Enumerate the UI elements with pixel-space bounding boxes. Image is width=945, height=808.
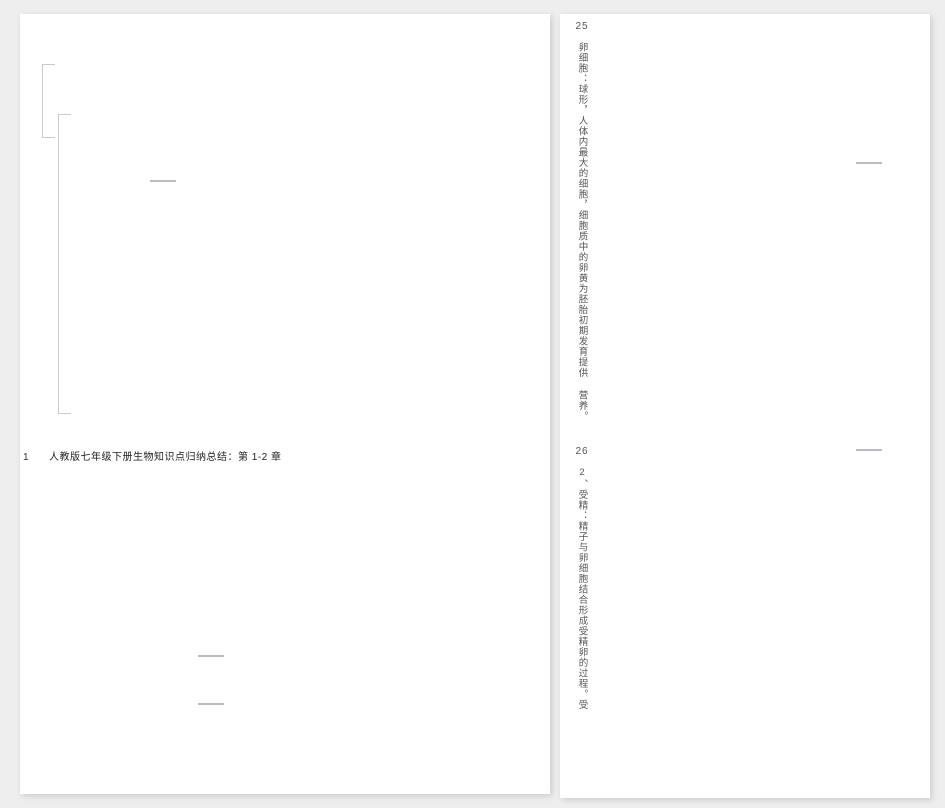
right-item-26: 26 2、受精：精子与卵细胞结合形成受精卵的过程。受 xyxy=(568,445,596,715)
dash-2 xyxy=(856,162,882,164)
right-item-25: 25 卵细胞：球形，人体内最大的细胞，细胞质中的卵黄为胚胎初期发育提供 营养。 xyxy=(568,20,596,427)
dash-3 xyxy=(856,449,882,451)
title-number: 1 xyxy=(23,452,43,463)
outline-bracket-2 xyxy=(58,114,59,414)
item-text-26: 2、受精：精子与卵细胞结合形成受精卵的过程。受 xyxy=(576,467,589,710)
page-left: 1 人教版七年级下册生物知识点归纳总结：第 1-2 章 xyxy=(20,14,550,794)
title-text: 人教版七年级下册生物知识点归纳总结：第 1-2 章 xyxy=(49,448,282,463)
dash-1 xyxy=(150,180,176,182)
document-canvas: 1 人教版七年级下册生物知识点归纳总结：第 1-2 章 25 卵细胞：球形，人体… xyxy=(0,0,945,808)
item-text-25: 卵细胞：球形，人体内最大的细胞，细胞质中的卵黄为胚胎初期发育提供 营养。 xyxy=(576,42,589,422)
page-right: 25 卵细胞：球形，人体内最大的细胞，细胞质中的卵黄为胚胎初期发育提供 营养。 … xyxy=(560,14,930,798)
title-row: 1 人教版七年级下册生物知识点归纳总结：第 1-2 章 xyxy=(23,448,282,463)
item-number-26: 26 xyxy=(568,445,596,459)
outline-bracket-1 xyxy=(42,64,43,138)
dash-4 xyxy=(198,655,224,657)
right-column: 25 卵细胞：球形，人体内最大的细胞，细胞质中的卵黄为胚胎初期发育提供 营养。 … xyxy=(568,20,596,800)
dash-5 xyxy=(198,703,224,705)
item-number-25: 25 xyxy=(568,20,596,34)
